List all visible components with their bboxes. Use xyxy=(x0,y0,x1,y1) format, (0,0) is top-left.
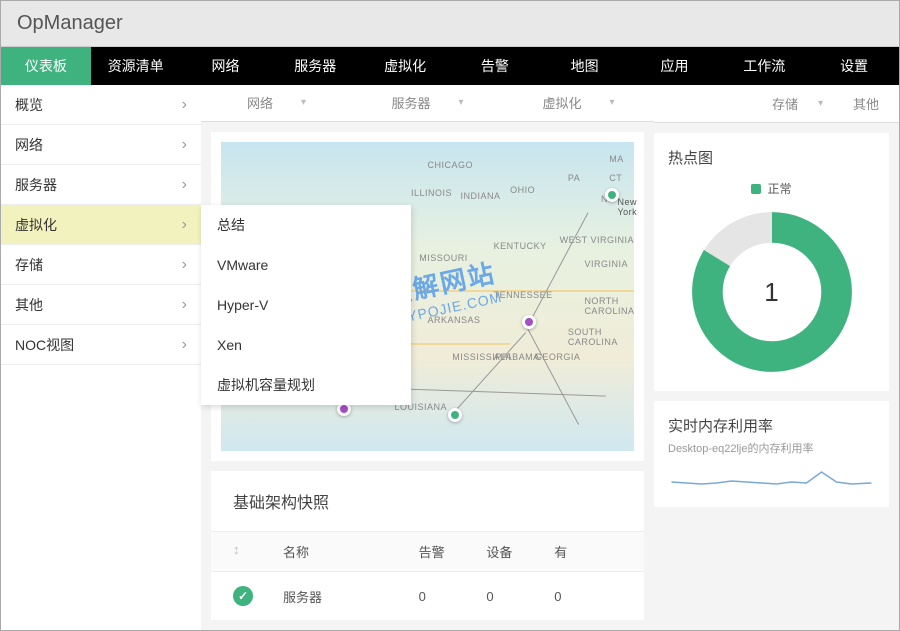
cell-device: 0 xyxy=(486,589,554,604)
submenu-hyperv[interactable]: Hyper-V xyxy=(201,285,411,325)
chevron-right-icon: › xyxy=(182,96,187,114)
nav-server[interactable]: 服务器 xyxy=(270,47,360,85)
sort-icon[interactable]: ↕ xyxy=(233,542,283,561)
nav-alarm[interactable]: 告警 xyxy=(450,47,540,85)
chevron-right-icon: › xyxy=(182,336,187,354)
col-device[interactable]: 设备 xyxy=(486,542,554,561)
memory-title: 实时内存利用率 xyxy=(668,415,875,436)
sidebar-item-network[interactable]: 网络 › xyxy=(1,125,201,165)
app-title: OpManager xyxy=(17,12,123,35)
chevron-right-icon: › xyxy=(182,216,187,234)
legend-dot-icon xyxy=(751,184,761,194)
table-header: ↕ 名称 告警 设备 有 xyxy=(211,531,644,572)
nav-app[interactable]: 应用 xyxy=(630,47,720,85)
map-label: Chicago xyxy=(428,160,474,170)
sidebar-item-storage[interactable]: 存储 › xyxy=(1,245,201,285)
legend: 正常 xyxy=(751,180,791,197)
filter-virtualization[interactable]: 虚拟化▾ xyxy=(503,93,654,112)
submenu-summary[interactable]: 总结 xyxy=(201,205,411,245)
sparkline-chart xyxy=(668,464,875,494)
filter-other[interactable]: 其他 xyxy=(853,94,879,113)
chevron-right-icon: › xyxy=(182,256,187,274)
submenu-xen[interactable]: Xen xyxy=(201,325,411,365)
col-validity[interactable]: 有 xyxy=(554,542,622,561)
donut-chart[interactable]: 1 xyxy=(687,207,857,377)
map-marker[interactable] xyxy=(522,315,536,329)
sidebar-label: NOC视图 xyxy=(15,335,74,355)
snapshot-title: 基础架构快照 xyxy=(211,471,644,531)
nav-inventory[interactable]: 资源清单 xyxy=(91,47,181,85)
nav-dashboard[interactable]: 仪表板 xyxy=(1,47,91,85)
sidebar: 概览› 网络› 服务器› 虚拟化› 存储› 其他› NOC视图› 总结 VMwa… xyxy=(1,85,201,630)
map-label: INDIANA xyxy=(461,191,501,201)
dropdown-icon: ▾ xyxy=(818,98,823,109)
submenu-virtualization: 总结 VMware Hyper-V Xen 虚拟机容量规划 xyxy=(201,205,411,405)
map-label: KENTUCKY xyxy=(494,241,547,251)
filter-storage[interactable]: 存储▾ xyxy=(772,94,823,113)
sidebar-item-server[interactable]: 服务器 › xyxy=(1,165,201,205)
dropdown-icon: ▾ xyxy=(458,97,463,108)
col-alarm[interactable]: 告警 xyxy=(419,542,487,561)
sidebar-item-noc[interactable]: NOC视图 › xyxy=(1,325,201,365)
nav-map[interactable]: 地图 xyxy=(540,47,630,85)
dropdown-icon: ▾ xyxy=(609,97,614,108)
map-label: VIRGINIA xyxy=(584,259,628,269)
map-label: MA xyxy=(609,154,624,164)
col-name[interactable]: 名称 xyxy=(283,542,419,561)
map-marker[interactable] xyxy=(448,408,462,422)
sidebar-label: 其他 xyxy=(15,295,43,315)
hotspot-title: 热点图 xyxy=(668,147,875,168)
filter-bar: 网络▾ 服务器▾ 虚拟化▾ xyxy=(201,85,654,122)
nav-workflow[interactable]: 工作流 xyxy=(719,47,809,85)
titlebar: OpManager xyxy=(1,1,899,47)
sidebar-item-virtualization[interactable]: 虚拟化 › xyxy=(1,205,201,245)
map-label: SOUTH CAROLINA xyxy=(568,327,634,347)
filter-server[interactable]: 服务器▾ xyxy=(352,93,503,112)
chevron-right-icon: › xyxy=(182,176,187,194)
map-label: NORTH CAROLINA xyxy=(584,296,634,316)
status-ok-icon: ✓ xyxy=(233,586,253,606)
memory-subtitle: Desktop-eq22lje的内存利用率 xyxy=(668,440,875,456)
filter-bar-right: 存储▾ 其他 xyxy=(654,85,899,123)
sidebar-label: 虚拟化 xyxy=(15,215,57,235)
cell-name: 服务器 xyxy=(283,587,419,606)
sidebar-label: 网络 xyxy=(15,135,43,155)
nav-network[interactable]: 网络 xyxy=(181,47,271,85)
map-label: OHIO xyxy=(510,185,535,195)
table-row[interactable]: ✓ 服务器 0 0 0 xyxy=(211,572,644,620)
submenu-capacity[interactable]: 虚拟机容量规划 xyxy=(201,365,411,405)
sidebar-label: 存储 xyxy=(15,255,43,275)
map-label: New York xyxy=(617,197,637,217)
sidebar-item-other[interactable]: 其他 › xyxy=(1,285,201,325)
donut-value: 1 xyxy=(687,207,857,377)
filter-network[interactable]: 网络▾ xyxy=(201,93,352,112)
sidebar-label: 概览 xyxy=(15,95,43,115)
hotspot-panel: 热点图 正常 1 xyxy=(654,133,889,391)
dropdown-icon: ▾ xyxy=(301,97,306,108)
chevron-right-icon: › xyxy=(182,296,187,314)
main-nav: 仪表板 资源清单 网络 服务器 虚拟化 告警 地图 应用 工作流 设置 xyxy=(1,47,899,85)
cell-alarm: 0 xyxy=(419,589,487,604)
sidebar-item-overview[interactable]: 概览 › xyxy=(1,85,201,125)
map-label: PA xyxy=(568,173,580,183)
map-label: ARKANSAS xyxy=(428,315,481,325)
submenu-vmware[interactable]: VMware xyxy=(201,245,411,285)
map-label: MISSOURI xyxy=(419,253,468,263)
map-label: CT xyxy=(609,173,622,183)
sidebar-label: 服务器 xyxy=(15,175,57,195)
nav-settings[interactable]: 设置 xyxy=(809,47,899,85)
map-label: ILLINOIS xyxy=(411,188,452,198)
snapshot-panel: 基础架构快照 ↕ 名称 告警 设备 有 ✓ 服务器 0 0 0 xyxy=(211,471,644,620)
nav-virtualization[interactable]: 虚拟化 xyxy=(360,47,450,85)
cell-validity: 0 xyxy=(554,589,622,604)
memory-panel: 实时内存利用率 Desktop-eq22lje的内存利用率 xyxy=(654,401,889,507)
chevron-right-icon: › xyxy=(182,136,187,154)
